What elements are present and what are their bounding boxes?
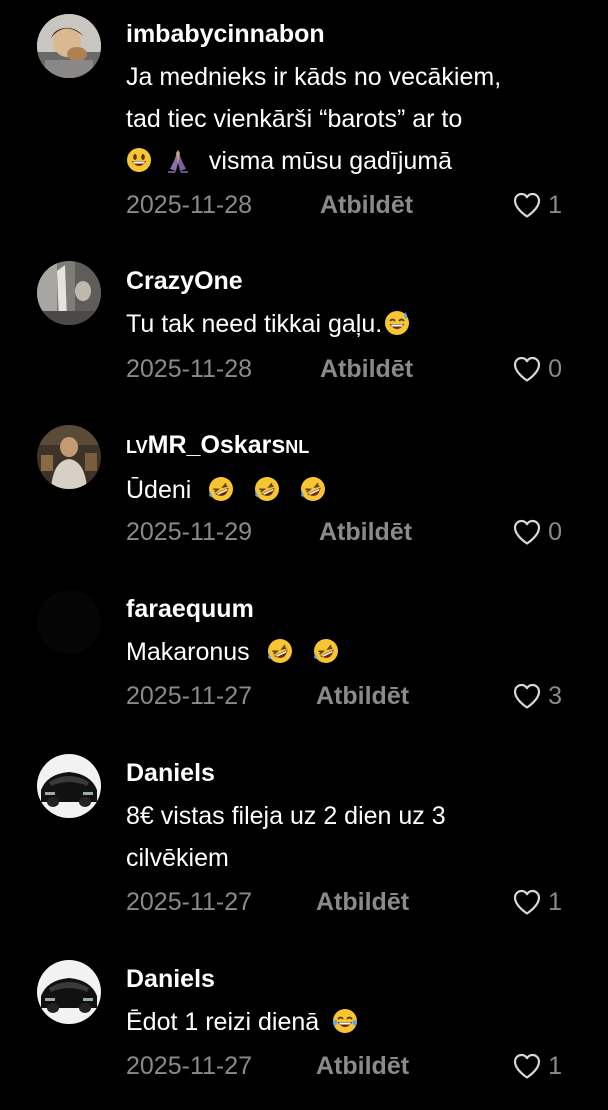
comment-list: imbabycinnabon Ja mednieks ir kāds no ve… <box>0 0 608 1110</box>
username-prefix: LV <box>126 437 148 457</box>
rolling-laughing-emoji <box>301 477 326 501</box>
heart-icon <box>512 191 542 219</box>
avatar[interactable] <box>37 960 101 1024</box>
username[interactable]: Daniels <box>126 757 562 789</box>
comment-text: Tu tak need tikkai gaļu. <box>126 303 562 345</box>
like-button[interactable]: 1 <box>512 1051 562 1081</box>
comment-text-line: Ēdot 1 reizi dienā <box>126 1008 320 1036</box>
like-button[interactable]: 0 <box>512 354 562 384</box>
like-button[interactable]: 0 <box>512 517 562 547</box>
comment-text: Ja mednieks ir kāds no vecākiem, tad tie… <box>126 56 562 182</box>
reply-button[interactable]: Atbildēt <box>320 190 413 220</box>
avatar-photo <box>37 754 101 818</box>
comment-text-line: tad tiec vienkārši “barots” ar to <box>126 105 463 133</box>
like-count: 0 <box>548 355 562 383</box>
comment-date: 2025-11-27 <box>126 1052 253 1080</box>
avatar[interactable] <box>37 754 101 818</box>
like-count: 3 <box>548 682 562 710</box>
reply-button[interactable]: Atbildēt <box>316 887 409 917</box>
username-suffix: NL <box>285 437 310 457</box>
comment-text-line: cilvēkiem <box>126 844 229 872</box>
rolling-laughing-emoji <box>209 477 234 501</box>
like-button[interactable]: 1 <box>512 190 562 220</box>
comment-text-line: Ja mednieks ir kāds no vecākiem, <box>126 63 502 91</box>
reply-button[interactable]: Atbildēt <box>319 517 412 547</box>
grinning-sweat-emoji <box>385 311 410 335</box>
like-count: 1 <box>548 191 562 219</box>
like-count: 0 <box>548 518 562 546</box>
like-button[interactable]: 3 <box>512 681 562 711</box>
comment-text: Makaronus <box>126 631 562 673</box>
like-button[interactable]: 1 <box>512 887 562 917</box>
username[interactable]: LVMR_OskarsNL <box>126 429 562 463</box>
reply-button[interactable]: Atbildēt <box>320 354 413 384</box>
comment-text: Ūdeni <box>126 469 562 511</box>
username[interactable]: imbabycinnabon <box>126 18 562 50</box>
like-count: 1 <box>548 1052 562 1080</box>
comment-date: 2025-11-28 <box>126 355 253 383</box>
folded-hands-emoji <box>167 150 188 173</box>
like-count: 1 <box>548 888 562 916</box>
rolling-laughing-emoji <box>313 639 338 663</box>
heart-icon <box>512 518 542 546</box>
comment-text-line: Tu tak need tikkai gaļu. <box>126 310 383 338</box>
heart-icon <box>512 682 542 710</box>
username[interactable]: Daniels <box>126 963 562 995</box>
avatar-photo <box>37 960 101 1024</box>
comment-date: 2025-11-29 <box>126 518 253 546</box>
comment-text-line: visma mūsu gadījumā <box>208 147 453 175</box>
comment-text: 8€ vistas fileja uz 2 dien uz 3 cilvēkie… <box>126 795 562 879</box>
comment-text-line: Makaronus <box>126 638 250 666</box>
rolling-laughing-emoji <box>255 477 280 501</box>
comment-date: 2025-11-27 <box>126 682 253 710</box>
comment-date: 2025-11-28 <box>126 191 253 219</box>
avatar[interactable] <box>37 14 101 78</box>
heart-icon <box>512 355 542 383</box>
username[interactable]: faraequum <box>126 593 562 625</box>
reply-button[interactable]: Atbildēt <box>316 681 409 711</box>
comment-text: Ēdot 1 reizi dienā <box>126 1001 562 1043</box>
reply-button[interactable]: Atbildēt <box>316 1051 409 1081</box>
comment-text-line: Ūdeni <box>126 476 192 504</box>
comment-date: 2025-11-27 <box>126 888 253 916</box>
comment-text-line: 8€ vistas fileja uz 2 dien uz 3 <box>126 802 446 830</box>
heart-icon <box>512 1052 542 1080</box>
grinning-face-emoji <box>127 148 151 172</box>
tears-of-joy-emoji <box>333 1009 358 1033</box>
heart-icon <box>512 888 542 916</box>
avatar[interactable] <box>37 590 101 654</box>
avatar-photo <box>37 425 101 489</box>
avatar[interactable] <box>37 425 101 489</box>
avatar[interactable] <box>37 261 101 325</box>
avatar-photo <box>37 14 101 78</box>
username[interactable]: CrazyOne <box>126 265 562 297</box>
rolling-laughing-emoji <box>267 639 292 663</box>
avatar-photo <box>37 261 101 325</box>
